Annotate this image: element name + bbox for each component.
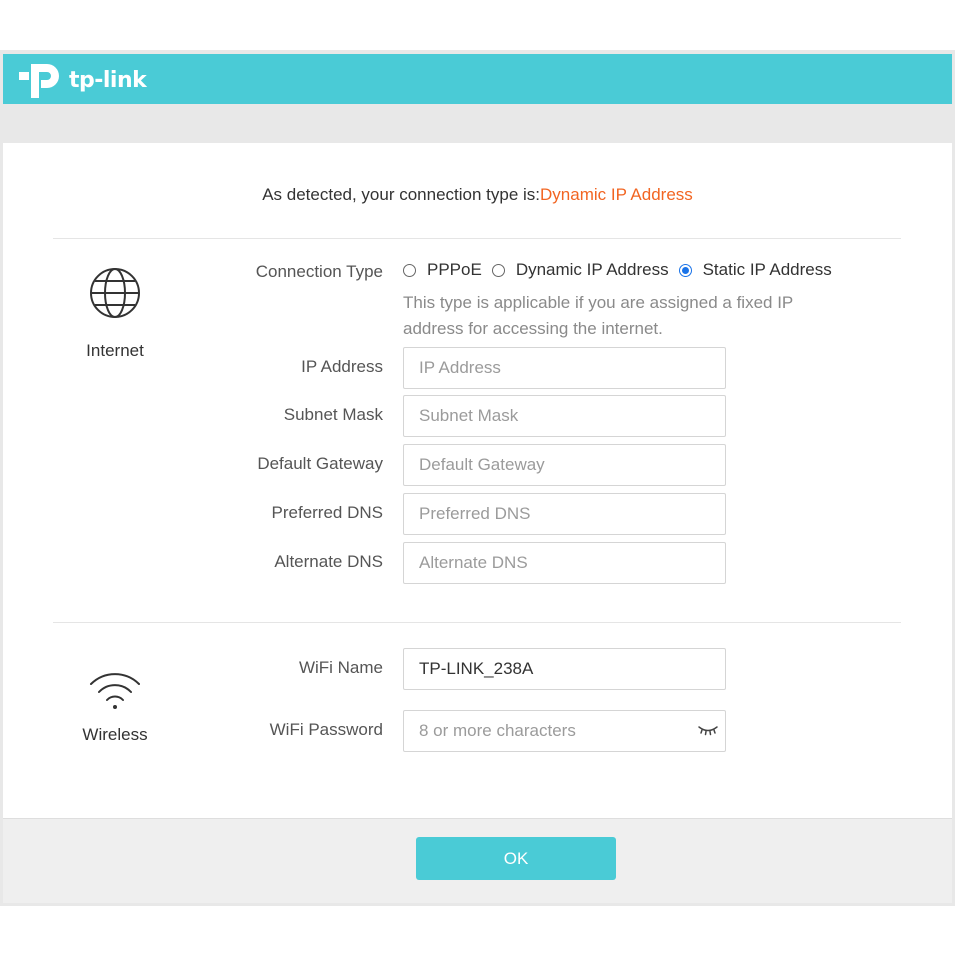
connection-type-hint: This type is applicable if you are assig… — [403, 293, 793, 338]
globe-icon — [55, 266, 175, 320]
default-gateway-field[interactable] — [403, 444, 726, 486]
radio-circle-static-ip[interactable] — [678, 263, 692, 277]
divider — [53, 238, 901, 239]
detected-type: Dynamic IP Address — [540, 185, 693, 204]
default-gateway-label: Default Gateway — [257, 454, 383, 473]
ok-button[interactable]: OK — [416, 837, 616, 880]
alternate-dns-label: Alternate DNS — [274, 552, 383, 571]
radio-circle-dynamic-ip[interactable] — [491, 263, 505, 277]
eye-closed-icon[interactable] — [697, 723, 719, 743]
section-label-internet: Internet — [86, 341, 144, 360]
ip-address-field[interactable] — [403, 347, 726, 389]
wifi-password-label: WiFi Password — [269, 720, 383, 739]
radio-circle-pppoe[interactable] — [403, 263, 416, 277]
detected-connection-message: As detected, your connection type is:Dyn… — [0, 185, 955, 205]
app-header: tp-link — [3, 54, 952, 104]
connection-type-label: Connection Type — [255, 262, 383, 281]
wifi-name-label: WiFi Name — [298, 658, 383, 677]
radio-label-pppoe: PPPoE — [427, 260, 482, 279]
radio-label-dynamic-ip: Dynamic IP Address — [515, 260, 669, 279]
radio-label-static-ip: Static IP Address — [702, 260, 832, 279]
preferred-dns-label: Preferred DNS — [271, 503, 383, 522]
alternate-dns-field[interactable] — [403, 542, 726, 584]
default-gateway-input[interactable] — [419, 455, 725, 475]
subnet-mask-field[interactable] — [403, 395, 726, 437]
radio-dynamic-ip[interactable]: Dynamic IP Address — [491, 260, 669, 280]
subnet-mask-input[interactable] — [419, 406, 725, 426]
tp-link-logo: tp-link — [17, 60, 157, 100]
wifi-password-field[interactable] — [403, 710, 726, 752]
wifi-name-field[interactable] — [403, 648, 726, 690]
ip-address-label: IP Address — [301, 357, 383, 376]
radio-static-ip[interactable]: Static IP Address — [678, 260, 832, 280]
divider — [53, 622, 901, 623]
wifi-name-input[interactable] — [419, 659, 725, 679]
preferred-dns-field[interactable] — [403, 493, 726, 535]
alternate-dns-input[interactable] — [419, 553, 725, 573]
wifi-icon — [55, 668, 175, 712]
detected-prefix: As detected, your connection type is: — [262, 185, 541, 204]
preferred-dns-input[interactable] — [419, 504, 725, 524]
ip-address-input[interactable] — [419, 358, 725, 378]
connection-type-radio-group: PPPoE Dynamic IP Address Static IP Addre… — [403, 260, 842, 280]
subnet-mask-label: Subnet Mask — [283, 405, 383, 424]
tp-link-logo-icon — [19, 64, 59, 98]
brand-name: tp-link — [69, 67, 147, 93]
wifi-password-input[interactable] — [419, 721, 725, 741]
section-label-wireless: Wireless — [82, 725, 148, 744]
radio-pppoe[interactable]: PPPoE — [403, 260, 482, 280]
